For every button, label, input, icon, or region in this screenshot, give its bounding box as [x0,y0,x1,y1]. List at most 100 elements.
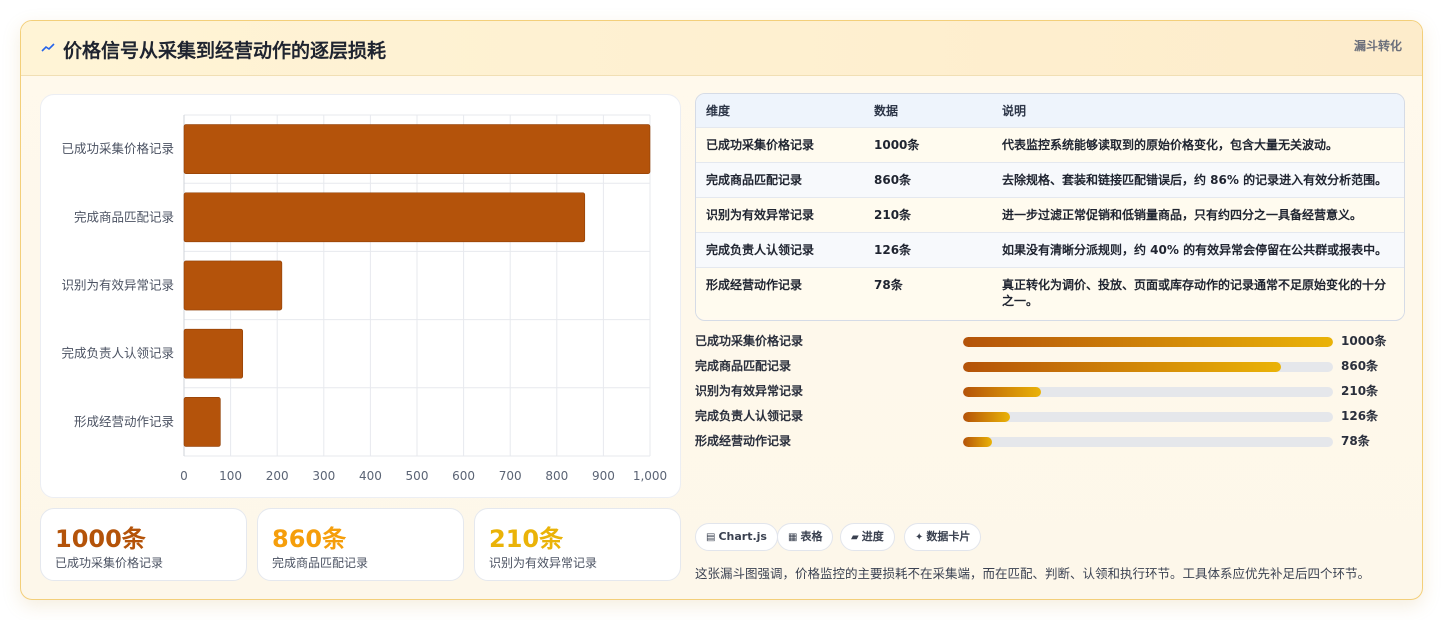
progress-fill [963,337,1333,347]
progress-row: 完成负责人认领记录 126条 [695,405,1395,430]
progress-fill [963,412,1010,422]
progress-track [963,437,1333,447]
progress-list: 已成功采集价格记录 1000条 完成商品匹配记录 860条 识别为有效异常记录 … [695,330,1395,455]
chart-icon: ▤ [706,532,716,543]
table-cell-description: 如果没有清晰分派规则，约 40% 的有效异常会停留在公共群或报表中。 [1002,242,1388,257]
table-cell-description: 进一步过滤正常促销和低销量商品，只有约四分之一具备经营意义。 [1002,207,1363,222]
trend-icon [41,41,55,55]
table-cell-data: 78条 [874,277,903,292]
x-tick-label: 0 [180,469,188,483]
y-category-label: 识别为有效异常记录 [61,278,174,293]
progress-value: 126条 [1341,409,1379,423]
table-cell-data: 1000条 [874,137,920,152]
table-row: 完成商品匹配记录 860条 去除规格、套装和链接匹配错误后，约 86% 的记录进… [696,162,1404,197]
progress-fill [963,437,992,447]
kpi-label: 识别为有效异常记录 [489,556,598,570]
progress-value: 1000条 [1341,334,1387,348]
table-cell-data: 210条 [874,207,912,222]
y-category-label: 形成经营动作记录 [74,414,174,429]
progress-label: 识别为有效异常记录 [695,384,804,398]
progress-track [963,387,1333,397]
x-tick-label: 300 [312,469,335,483]
progress-fill [963,387,1041,397]
table-cell-description: 代表监控系统能够读取到的原始价格变化，包含大量无关波动。 [1002,137,1339,152]
kpi-value: 860条 [272,525,347,553]
y-category-label: 完成负责人认领记录 [61,346,174,361]
x-tick-label: 200 [266,469,289,483]
kpi-value: 210条 [489,525,564,553]
kpi-label: 已成功采集价格记录 [55,556,164,570]
bar [183,328,244,379]
table-row: 形成经营动作记录 78条 真正转化为调价、投放、页面或库存动作的记录通常不足原始… [696,267,1404,318]
progress-label: 完成负责人认领记录 [695,409,804,423]
progress-label: 完成商品匹配记录 [695,359,792,373]
progress-value: 210条 [1341,384,1379,398]
table-cell-description: 真正转化为调价、投放、页面或库存动作的记录通常不足原始变化的十分之一。 [1002,277,1387,308]
progress-value: 860条 [1341,359,1379,373]
progress-row: 完成商品匹配记录 860条 [695,355,1395,380]
table-row: 完成负责人认领记录 126条 如果没有清晰分派规则，约 40% 的有效异常会停留… [696,232,1404,267]
header-tag: 漏斗转化 [1353,39,1402,53]
bar [183,124,651,174]
progress-value: 78条 [1341,434,1370,448]
chip-data-card[interactable]: ✦ 数据卡片 [904,523,982,551]
table-header: 说明 [1002,103,1027,118]
chip-label: 表格 [800,530,823,543]
kpi-value: 1000条 [55,525,146,553]
funnel-card: 价格信号从采集到经营动作的逐层损耗 漏斗转化 0 100 200 300 400 500 6… [20,20,1423,600]
table-icon: ▦ [788,532,798,543]
page-title: 价格信号从采集到经营动作的逐层损耗 [63,40,387,62]
x-tick-label: 500 [406,469,429,483]
table-cell-dimension: 完成商品匹配记录 [706,172,803,187]
progress-track [963,412,1333,422]
x-tick-label: 1,000 [633,469,667,483]
table-header-row: 维度 数据 说明 [696,94,1404,127]
x-tick-label: 900 [592,469,615,483]
progress-track [963,337,1333,347]
table-cell-description: 去除规格、套装和链接匹配错误后，约 86% 的记录进入有效分析范围。 [1002,172,1388,187]
table-cell-dimension: 形成经营动作记录 [706,277,803,292]
bar-chart: 0 100 200 300 400 500 600 700 800 900 1,000 已成功采集价格… [61,114,667,483]
progress-track [963,362,1333,372]
table-cell-dimension: 识别为有效异常记录 [706,207,815,222]
table-row: 识别为有效异常记录 210条 进一步过滤正常促销和低销量商品，只有约四分之一具备… [696,197,1404,232]
table-cell-dimension: 已成功采集价格记录 [706,137,815,152]
chip-label: 数据卡片 [926,530,971,543]
table-header: 数据 [874,103,899,118]
x-tick-label: 700 [499,469,522,483]
data-table: 维度 数据 说明 已成功采集价格记录 1000条 代表监控系统能够读取到的原始价… [695,93,1405,321]
table-cell-dimension: 完成负责人认领记录 [706,242,815,257]
footnote: 这张漏斗图强调，价格监控的主要损耗不在采集端，而在匹配、判断、认领和执行环节。工… [695,566,1371,581]
table-cell-data: 860条 [874,172,912,187]
progress-label: 已成功采集价格记录 [695,334,804,348]
chip-table[interactable]: ▦ 表格 [777,523,834,551]
chip-label: 进度 [861,530,884,543]
card-header: 价格信号从采集到经营动作的逐层损耗 漏斗转化 [21,21,1422,76]
bar-chart-panel: 0 100 200 300 400 500 600 700 800 900 1,000 已成功采集价格… [40,94,681,498]
y-category-label: 已成功采集价格记录 [61,141,174,156]
bar [183,260,283,311]
bar [183,192,586,243]
kpi-label: 完成商品匹配记录 [272,556,369,570]
kpi-card: 1000条 已成功采集价格记录 [40,508,247,581]
progress-row: 识别为有效异常记录 210条 [695,380,1395,405]
table-header: 维度 [706,103,731,118]
chip-progress[interactable]: ▰ 进度 [840,523,895,551]
x-tick-label: 400 [359,469,382,483]
y-category-label: 完成商品匹配记录 [74,209,174,224]
progress-fill [963,362,1282,372]
chip-chartjs[interactable]: ▤ Chart.js [695,523,778,551]
table-row: 已成功采集价格记录 1000条 代表监控系统能够读取到的原始价格变化，包含大量无… [696,127,1404,162]
progress-row: 形成经营动作记录 78条 [695,430,1395,455]
sparkle-icon: ✦ [915,532,924,543]
chip-label: Chart.js [718,530,767,543]
table-cell-data: 126条 [874,242,912,257]
x-tick-label: 800 [545,469,568,483]
bar [183,397,221,447]
kpi-card: 210条 识别为有效异常记录 [474,508,681,581]
x-tick-label: 600 [452,469,475,483]
progress-icon: ▰ [851,532,859,543]
progress-row: 已成功采集价格记录 1000条 [695,330,1395,355]
kpi-card: 860条 完成商品匹配记录 [257,508,464,581]
progress-label: 形成经营动作记录 [695,434,792,448]
